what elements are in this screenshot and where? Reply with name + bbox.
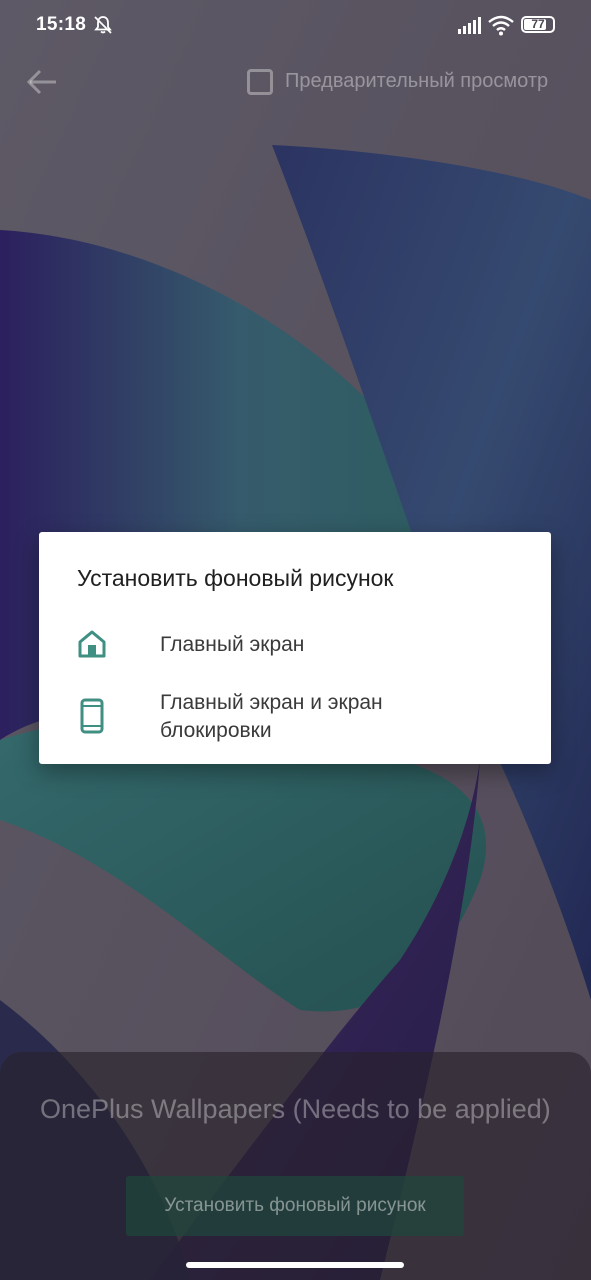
home-indicator[interactable] — [186, 1262, 404, 1268]
wallpaper-name: OnePlus Wallpapers (Needs to be applied) — [40, 1094, 551, 1124]
bell-off-icon — [93, 15, 113, 40]
option-home-screen[interactable]: Главный экран — [39, 620, 551, 670]
phone-icon — [77, 698, 107, 739]
arrow-left-icon[interactable] — [24, 66, 60, 98]
wifi-icon — [488, 14, 514, 41]
option-home-label: Главный экран — [160, 633, 305, 656]
status-time: 15:18 — [36, 14, 87, 35]
top-toolbar: Предварительный просмотр — [0, 52, 591, 112]
signal-icon — [458, 16, 482, 39]
preview-checkbox[interactable] — [247, 69, 273, 95]
battery-icon: 77 — [521, 16, 555, 33]
option-home-and-lock-screen[interactable]: Главный экран и экран блокировки — [39, 677, 551, 753]
set-wallpaper-dialog: Установить фоновый рисунок Главный экран… — [39, 532, 551, 764]
home-icon — [77, 629, 107, 664]
dialog-title: Установить фоновый рисунок — [77, 565, 394, 591]
option-home-lock-label: Главный экран и экран блокировки — [160, 691, 383, 742]
bottom-panel — [0, 1052, 591, 1280]
status-bar: 15:18 77 — [0, 0, 591, 52]
battery-level: 77 — [531, 17, 545, 31]
preview-label[interactable]: Предварительный просмотр — [285, 70, 548, 93]
set-wallpaper-button[interactable]: Установить фоновый рисунок — [126, 1176, 464, 1236]
